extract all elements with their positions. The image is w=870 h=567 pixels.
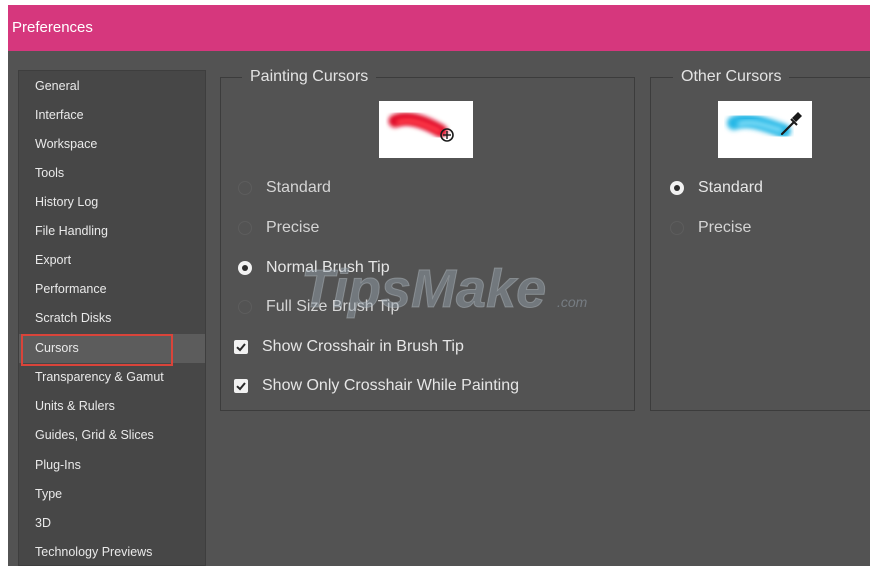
- painting-cursor-preview: [379, 101, 473, 158]
- painting-standard-radio[interactable]: [238, 181, 252, 195]
- blue-brush-eyedropper-icon: [727, 112, 802, 138]
- sidebar-item-guides-grid-slices[interactable]: Guides, Grid & Slices: [19, 421, 205, 450]
- sidebar-item-general[interactable]: General: [19, 72, 205, 101]
- sidebar-item-history-log[interactable]: History Log: [19, 188, 205, 217]
- other-cursors-group: Other Cursors Standard Precise: [650, 64, 870, 411]
- other-cursor-preview: [718, 101, 812, 158]
- sidebar-item-transparency-gamut[interactable]: Transparency & Gamut: [19, 363, 205, 392]
- show-only-crosshair-checkbox[interactable]: [234, 379, 248, 393]
- show-only-crosshair-label: Show Only Crosshair While Painting: [262, 377, 519, 394]
- sidebar-item-file-handling[interactable]: File Handling: [19, 217, 205, 246]
- painting-normal-brush-tip-label: Normal Brush Tip: [266, 259, 390, 276]
- sidebar-item-performance[interactable]: Performance: [19, 275, 205, 304]
- painting-full-size-brush-tip-radio[interactable]: [238, 300, 252, 314]
- red-brush-crosshair-icon: [388, 112, 454, 142]
- other-cursors-title: Other Cursors: [673, 64, 790, 90]
- painting-standard-label: Standard: [266, 179, 331, 196]
- sidebar-item-workspace[interactable]: Workspace: [19, 130, 205, 159]
- painting-normal-brush-tip-radio[interactable]: [238, 261, 252, 275]
- sidebar-item-plug-ins[interactable]: Plug-Ins: [19, 451, 205, 480]
- preferences-window: Preferences General Interface Workspace …: [8, 5, 870, 566]
- sidebar-item-type[interactable]: Type: [19, 480, 205, 509]
- sidebar-item-scratch-disks[interactable]: Scratch Disks: [19, 304, 205, 333]
- other-precise-label: Precise: [698, 219, 752, 236]
- other-precise-radio[interactable]: [670, 221, 684, 235]
- show-crosshair-label: Show Crosshair in Brush Tip: [262, 338, 464, 355]
- sidebar-item-tools[interactable]: Tools: [19, 159, 205, 188]
- other-standard-label: Standard: [698, 179, 763, 196]
- painting-full-size-brush-tip-label: Full Size Brush Tip: [266, 298, 400, 315]
- other-standard-radio[interactable]: [670, 181, 684, 195]
- sidebar-item-interface[interactable]: Interface: [19, 101, 205, 130]
- sidebar-item-export[interactable]: Export: [19, 246, 205, 275]
- show-crosshair-checkbox[interactable]: [234, 340, 248, 354]
- painting-precise-label: Precise: [266, 219, 320, 236]
- sidebar-item-units-rulers[interactable]: Units & Rulers: [19, 392, 205, 421]
- painting-cursors-group: Painting Cursors Standard Precise Normal…: [220, 64, 635, 411]
- window-title: Preferences: [8, 5, 870, 51]
- sidebar-item-technology-previews[interactable]: Technology Previews: [19, 538, 205, 567]
- sidebar-item-cursors[interactable]: Cursors: [19, 334, 205, 363]
- sidebar: General Interface Workspace Tools Histor…: [18, 70, 206, 566]
- sidebar-item-3d[interactable]: 3D: [19, 509, 205, 538]
- painting-precise-radio[interactable]: [238, 221, 252, 235]
- checkmark-icon: [236, 382, 246, 391]
- painting-cursors-title: Painting Cursors: [242, 64, 377, 90]
- checkmark-icon: [236, 343, 246, 352]
